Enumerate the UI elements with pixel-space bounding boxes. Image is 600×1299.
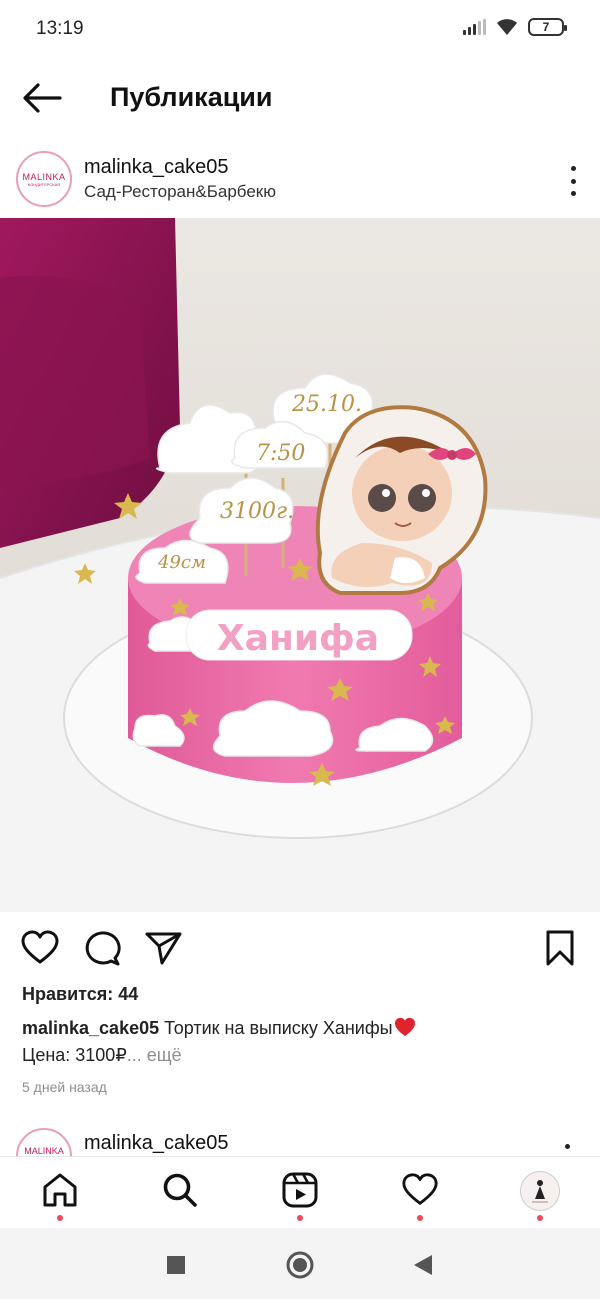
activity-heart-icon (402, 1173, 438, 1205)
caption-username[interactable]: malinka_cake05 (22, 1018, 159, 1038)
post-actions (0, 922, 600, 974)
triangle-back-icon (414, 1255, 432, 1275)
caption-more-link[interactable]: ... ещё (127, 1045, 182, 1065)
comment-button[interactable] (82, 930, 122, 966)
top-header: Публикации (0, 70, 600, 126)
nav-profile[interactable] (515, 1171, 565, 1221)
like-count[interactable]: Нравится: 44 (22, 984, 138, 1005)
comment-icon (85, 931, 121, 966)
recent-apps-button[interactable] (166, 1255, 186, 1280)
post-photo[interactable]: 25.10. 7:50 3100г. 49см Ханифа (0, 218, 600, 912)
page-title: Публикации (110, 82, 273, 112)
caption-line-2: Цена: 3100₽... ещё (22, 1042, 582, 1069)
bookmark-icon (546, 930, 574, 966)
cloud-weight: 3100г. (220, 499, 294, 524)
avatar-logo-subtext: КОНДИТЕРСКАЯ (27, 181, 61, 187)
red-heart-emoji-icon (394, 1017, 415, 1037)
profile-avatar (520, 1171, 560, 1211)
circle-home-icon (286, 1251, 314, 1279)
square-icon (167, 1256, 185, 1274)
caption-price: Цена: 3100₽ (22, 1045, 127, 1065)
post-header: MALINKA КОНДИТЕРСКАЯ malinka_cake05 Сад-… (0, 140, 600, 218)
post-location[interactable]: Сад-Ресторан&Барбекю (84, 182, 276, 202)
wifi-icon (497, 19, 517, 35)
bottom-navigation (0, 1156, 600, 1228)
like-button[interactable] (20, 930, 60, 966)
more-dot (570, 178, 576, 184)
nav-reels-dot (297, 1215, 303, 1221)
status-bar: 13:19 7 (0, 0, 600, 58)
arrow-left-icon (23, 83, 62, 113)
share-button[interactable] (144, 930, 184, 966)
post-timestamp: 5 дней назад (22, 1079, 107, 1095)
nav-activity[interactable] (395, 1171, 445, 1221)
nav-home[interactable] (35, 1171, 85, 1221)
next-post-username[interactable]: malinka_cake05 (84, 1132, 229, 1155)
cloud-height: 49см (157, 552, 206, 573)
send-icon (145, 932, 182, 965)
more-vertical-icon (570, 166, 576, 171)
save-button[interactable] (540, 930, 580, 966)
battery-level: 7 (542, 20, 550, 34)
search-icon (163, 1173, 197, 1207)
more-options-button[interactable] (568, 166, 578, 196)
system-navigation-bar (0, 1228, 600, 1299)
avatar[interactable]: MALINKA КОНДИТЕРСКАЯ (16, 151, 72, 207)
more-dot (570, 191, 576, 196)
cloud-date: 25.10. (291, 392, 362, 417)
cake-name: Ханифа (217, 618, 379, 659)
post-username[interactable]: malinka_cake05 (84, 156, 229, 179)
heart-outline-icon (21, 930, 59, 964)
status-icons: 7 (463, 18, 567, 36)
avatar-logo-text: MALINKA (22, 171, 66, 182)
caption-line-1: malinka_cake05 Тортик на выписку Ханифы (22, 1015, 582, 1042)
caption-text: Тортик на выписку Ханифы (164, 1018, 393, 1038)
next-avatar-logo-text: MALINKA (24, 1146, 64, 1156)
cloud-time: 7:50 (256, 441, 305, 466)
cake-photo-illustration: 25.10. 7:50 3100г. 49см Ханифа (0, 218, 600, 912)
profile-logo-icon (532, 1180, 548, 1203)
home-system-button[interactable] (285, 1250, 315, 1285)
post-caption: malinka_cake05 Тортик на выписку Ханифы … (22, 1015, 582, 1069)
status-time: 13:19 (36, 18, 84, 39)
reels-icon (282, 1172, 318, 1208)
next-post-avatar[interactable]: MALINKA (16, 1128, 72, 1156)
battery-icon: 7 (528, 18, 567, 36)
home-icon (43, 1173, 77, 1207)
nav-home-dot (57, 1215, 63, 1221)
back-button[interactable] (20, 80, 64, 116)
next-post-more-icon[interactable] (565, 1144, 570, 1149)
back-system-button[interactable] (412, 1253, 434, 1282)
next-post-header: MALINKA malinka_cake05 (0, 1122, 600, 1156)
nav-search[interactable] (155, 1171, 205, 1221)
nav-reels[interactable] (275, 1171, 325, 1221)
signal-icon (463, 19, 486, 35)
nav-profile-dot (537, 1215, 543, 1221)
nav-activity-dot (417, 1215, 423, 1221)
